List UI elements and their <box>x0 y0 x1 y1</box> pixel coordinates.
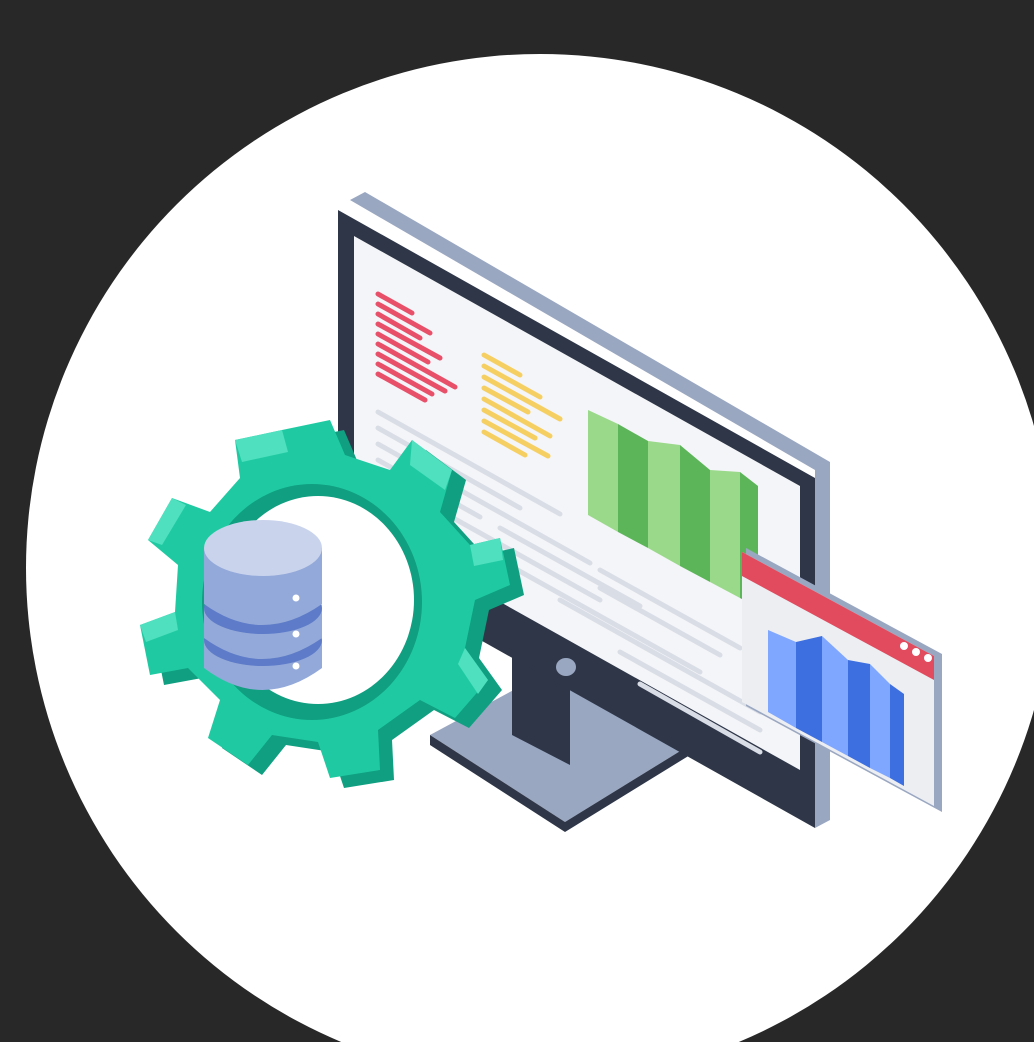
database-icon <box>204 520 322 690</box>
window-dot-1 <box>900 642 908 650</box>
illustration-canvas <box>0 0 1034 1042</box>
illustration <box>0 0 1034 1042</box>
monitor-power-dot <box>556 658 576 676</box>
window-dot-3 <box>924 654 932 662</box>
window-dot-2 <box>912 648 920 656</box>
